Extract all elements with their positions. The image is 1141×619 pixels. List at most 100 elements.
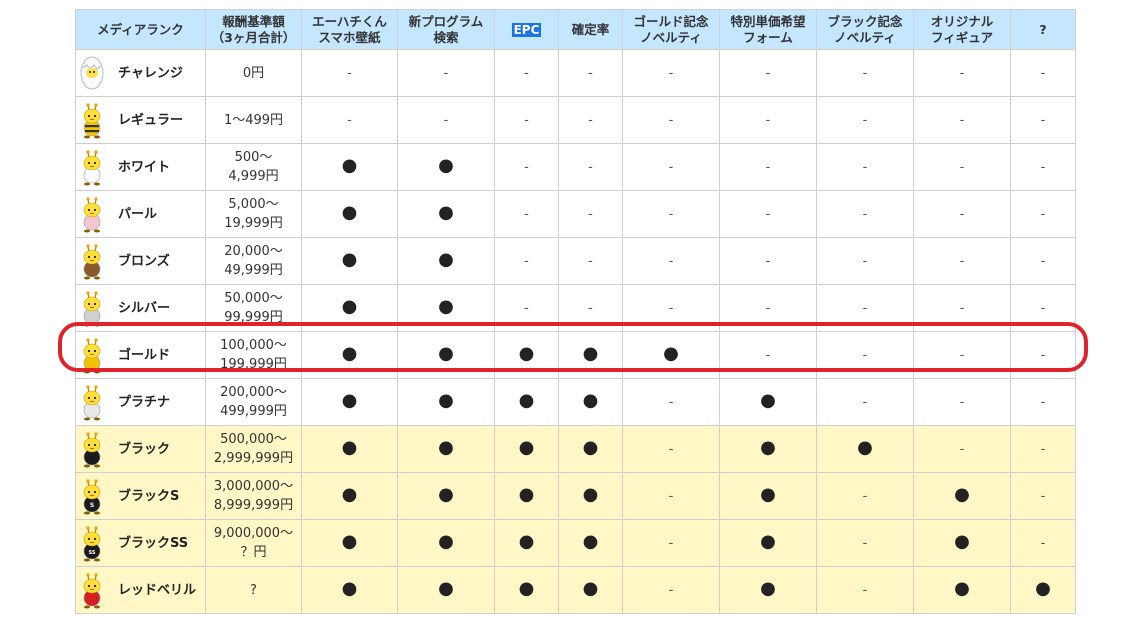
- feature-unavailable-dash: -: [1010, 284, 1076, 332]
- column-header-1: 報酬基準額 （3ヶ月合計）: [205, 9, 302, 50]
- bee-mascot-icon: SS: [83, 526, 101, 562]
- rank-name: ブロンズ: [118, 253, 170, 269]
- feature-unavailable-dash: -: [494, 143, 559, 191]
- feature-unavailable-dash: -: [558, 190, 623, 238]
- feature-available-dot: ●: [913, 519, 1011, 567]
- rank-name: ブラックSS: [118, 535, 189, 551]
- bee-mascot-icon: [83, 244, 101, 280]
- feature-unavailable-dash: -: [622, 96, 720, 144]
- bee-mascot-icon: [83, 150, 101, 186]
- feature-available-dot: ●: [494, 519, 559, 567]
- feature-unavailable-dash: -: [1010, 519, 1076, 567]
- feature-unavailable-dash: -: [622, 190, 720, 238]
- feature-unavailable-dash: -: [816, 49, 914, 97]
- cutoff-footer-text: [210, 605, 450, 619]
- reward-amount-cell: 3,000,000〜 8,999,999円: [205, 472, 302, 520]
- rank-name: ブラックS: [118, 488, 180, 504]
- feature-available-dot: ●: [397, 237, 495, 285]
- feature-unavailable-dash: -: [719, 96, 817, 144]
- feature-available-dot: ●: [719, 566, 817, 614]
- feature-unavailable-dash: -: [913, 425, 1011, 473]
- feature-available-dot: ●: [397, 425, 495, 473]
- rank-cell: ゴールド: [75, 331, 206, 379]
- bee-mascot-icon: [83, 103, 101, 139]
- feature-unavailable-dash: -: [622, 566, 720, 614]
- column-header-4: EPC: [494, 9, 559, 50]
- feature-available-dot: ●: [397, 284, 495, 332]
- feature-unavailable-dash: -: [1010, 96, 1076, 144]
- reward-amount-cell: 500,000〜 2,999,999円: [205, 425, 302, 473]
- feature-available-dot: ●: [1010, 566, 1076, 614]
- feature-unavailable-dash: -: [816, 237, 914, 285]
- column-header-6: ゴールド記念 ノベルティ: [622, 9, 720, 50]
- feature-unavailable-dash: -: [913, 49, 1011, 97]
- rank-cell: ホワイト: [75, 143, 206, 191]
- feature-unavailable-dash: -: [1010, 143, 1076, 191]
- feature-unavailable-dash: -: [558, 284, 623, 332]
- feature-unavailable-dash: -: [558, 49, 623, 97]
- feature-unavailable-dash: -: [1010, 425, 1076, 473]
- reward-amount-cell: 50,000〜 99,999円: [205, 284, 302, 332]
- feature-unavailable-dash: -: [622, 378, 720, 426]
- feature-unavailable-dash: -: [622, 425, 720, 473]
- feature-available-dot: ●: [301, 237, 398, 285]
- rank-cell: S ブラックS: [75, 472, 206, 520]
- feature-unavailable-dash: -: [719, 237, 817, 285]
- feature-unavailable-dash: -: [494, 190, 559, 238]
- table-row: プラチナ 200,000〜 499,999円 ● ● ● ● - ● - - -: [75, 378, 1076, 426]
- rank-cell: ブロンズ: [75, 237, 206, 285]
- feature-unavailable-dash: -: [494, 49, 559, 97]
- column-header-0: メディアランク: [75, 9, 206, 50]
- bee-mascot-icon: [83, 338, 101, 374]
- feature-available-dot: ●: [622, 331, 720, 379]
- feature-available-dot: ●: [301, 331, 398, 379]
- svg-text:SS: SS: [89, 550, 96, 556]
- feature-unavailable-dash: -: [913, 143, 1011, 191]
- feature-unavailable-dash: -: [1010, 190, 1076, 238]
- feature-available-dot: ●: [558, 425, 623, 473]
- bee-mascot-icon: [83, 573, 101, 609]
- feature-unavailable-dash: -: [1010, 49, 1076, 97]
- feature-unavailable-dash: -: [1010, 237, 1076, 285]
- table-row: パール 5,000〜 19,999円 ● ● - - - - - - -: [75, 190, 1076, 238]
- column-header-8: ブラック記念 ノベルティ: [816, 9, 914, 50]
- feature-available-dot: ●: [494, 566, 559, 614]
- feature-unavailable-dash: -: [816, 378, 914, 426]
- feature-available-dot: ●: [494, 472, 559, 520]
- rank-cell: ブラック: [75, 425, 206, 473]
- feature-unavailable-dash: -: [1010, 331, 1076, 379]
- feature-available-dot: ●: [816, 425, 914, 473]
- rank-table-wrapper: メディアランク 報酬基準額 （3ヶ月合計） エーハチくん スマホ壁紙 新プログラム 検索 EP…: [75, 9, 1076, 614]
- table-row: ゴールド 100,000〜 199,999円 ● ● ● ● ● - - - -: [75, 331, 1076, 379]
- feature-available-dot: ●: [397, 331, 495, 379]
- feature-available-dot: ●: [301, 472, 398, 520]
- bee-mascot-icon: [83, 291, 101, 327]
- feature-unavailable-dash: -: [816, 472, 914, 520]
- feature-unavailable-dash: -: [622, 284, 720, 332]
- feature-available-dot: ●: [913, 566, 1011, 614]
- rank-cell: プラチナ: [75, 378, 206, 426]
- feature-unavailable-dash: -: [719, 49, 817, 97]
- feature-unavailable-dash: -: [719, 143, 817, 191]
- rank-cell: パール: [75, 190, 206, 238]
- feature-unavailable-dash: -: [913, 190, 1011, 238]
- column-header-10: ?: [1010, 9, 1076, 50]
- feature-available-dot: ●: [301, 284, 398, 332]
- feature-available-dot: ●: [913, 472, 1011, 520]
- reward-amount-cell: 0円: [205, 49, 302, 97]
- feature-unavailable-dash: -: [622, 143, 720, 191]
- column-header-2: エーハチくん スマホ壁紙: [301, 9, 398, 50]
- feature-available-dot: ●: [558, 331, 623, 379]
- feature-unavailable-dash: -: [301, 49, 398, 97]
- feature-available-dot: ●: [397, 143, 495, 191]
- table-header: メディアランク 報酬基準額 （3ヶ月合計） エーハチくん スマホ壁紙 新プログラム 検索 EP…: [75, 9, 1076, 50]
- feature-unavailable-dash: -: [719, 331, 817, 379]
- rank-cell: SS ブラックSS: [75, 519, 206, 567]
- feature-unavailable-dash: -: [558, 143, 623, 191]
- rank-cell: チャレンジ: [75, 49, 206, 97]
- column-header-5: 確定率: [558, 9, 623, 50]
- feature-available-dot: ●: [301, 519, 398, 567]
- feature-unavailable-dash: -: [816, 519, 914, 567]
- feature-available-dot: ●: [301, 378, 398, 426]
- feature-available-dot: ●: [301, 190, 398, 238]
